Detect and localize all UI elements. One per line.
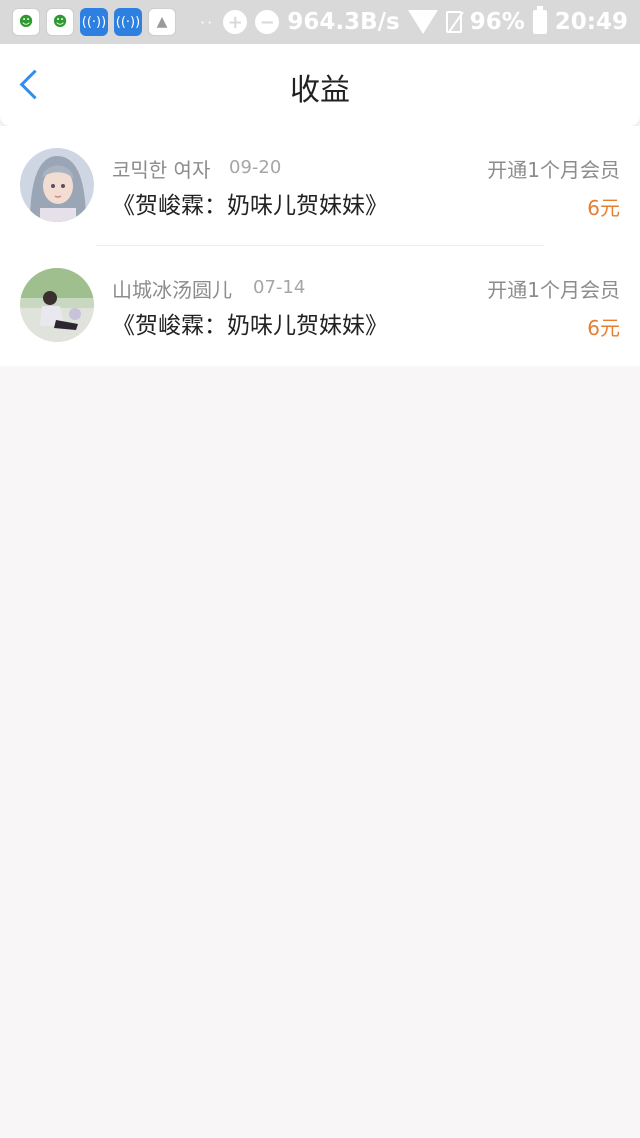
earning-type: 开通1个月会员 bbox=[487, 158, 620, 182]
wifi-app-icon: ((·)) bbox=[80, 8, 108, 36]
earnings-list: 코믹한 여자 09-20 《贺峻霖：奶味儿贺妹妹》 开通1个月会员 6元 山城冰… bbox=[0, 126, 640, 366]
chat-app-icon: ☻ bbox=[46, 8, 74, 36]
list-item[interactable]: 코믹한 여자 09-20 《贺峻霖：奶味儿贺妹妹》 开通1个月会员 6元 bbox=[0, 126, 640, 246]
data-saver-icon: + bbox=[223, 10, 248, 34]
app-header: 收益 bbox=[0, 44, 640, 126]
list-item[interactable]: 山城冰汤圆儿 07-14 《贺峻霖：奶味儿贺妹妹》 开通1个月会员 6元 bbox=[0, 246, 640, 366]
avatar bbox=[20, 268, 94, 342]
image-icon: ▲ bbox=[148, 8, 176, 36]
no-sim-icon bbox=[445, 11, 462, 33]
book-title: 《贺峻霖：奶味儿贺妹妹》 bbox=[112, 193, 388, 219]
battery-icon bbox=[532, 6, 547, 34]
network-speed: 964.3B/s bbox=[287, 9, 400, 35]
earning-date: 09-20 bbox=[229, 157, 282, 178]
earning-amount: 6元 bbox=[587, 196, 620, 220]
book-title: 《贺峻霖：奶味儿贺妹妹》 bbox=[112, 313, 388, 339]
user-name: 山城冰汤圆儿 bbox=[112, 278, 232, 302]
back-button[interactable] bbox=[10, 58, 60, 114]
chat-app-icon: ☻ bbox=[12, 8, 40, 36]
earning-amount: 6元 bbox=[587, 316, 620, 340]
chevron-left-icon bbox=[19, 69, 50, 100]
user-name: 코믹한 여자 bbox=[112, 158, 211, 182]
wifi-signal-icon bbox=[407, 10, 438, 34]
clock: 20:49 bbox=[554, 9, 628, 35]
status-bar: ☻ ☻ ((·)) ((·)) ▲ ·· + − 964.3B/s 96% 20… bbox=[0, 0, 640, 44]
earning-type: 开通1个月会员 bbox=[487, 278, 620, 302]
avatar bbox=[20, 148, 94, 222]
battery-percent: 96% bbox=[469, 9, 525, 35]
more-notifications-icon: ·· bbox=[200, 12, 215, 32]
earning-date: 07-14 bbox=[253, 277, 306, 298]
notification-icons: ☻ ☻ ((·)) ((·)) ▲ ·· bbox=[12, 8, 214, 36]
wifi-app-icon: ((·)) bbox=[114, 8, 142, 36]
page-title: 收益 bbox=[290, 73, 350, 108]
do-not-disturb-icon: − bbox=[255, 10, 280, 34]
